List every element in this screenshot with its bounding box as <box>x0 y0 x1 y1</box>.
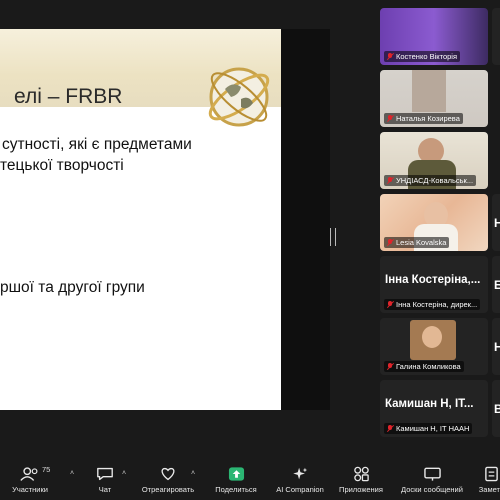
chevron-up-icon[interactable]: ˄ <box>191 470 195 477</box>
participant-name: Інна Костеріна, дирек... <box>396 300 478 309</box>
whiteboard-icon <box>423 467 441 481</box>
mic-muted-icon <box>387 239 393 246</box>
side-tile[interactable]: В <box>492 380 500 437</box>
mic-muted-icon <box>387 363 393 370</box>
mic-muted-icon <box>387 53 393 60</box>
participant-gallery[interactable]: Костенко Вікторія Наталья Козирева УНДІА… <box>380 8 500 438</box>
participant-name: Наталья Козирева <box>396 114 460 123</box>
top-bar <box>0 0 500 8</box>
share-screen-icon <box>228 467 244 481</box>
mic-muted-icon <box>387 301 393 308</box>
video-feed <box>412 70 446 112</box>
participants-label: Участники <box>12 485 48 494</box>
presentation-slide: елі – FRBR сутності, які є предметами те… <box>0 29 281 410</box>
share-screen-button[interactable]: Поделиться <box>210 466 262 494</box>
chat-label: Чат <box>98 485 112 494</box>
slide-text-line-1: сутності, які є предметами <box>2 136 192 153</box>
ai-companion-button[interactable]: AI Companion <box>272 466 328 494</box>
side-initial: В <box>494 402 500 416</box>
video-feed <box>422 326 442 348</box>
notes-button[interactable]: Заметк <box>474 466 500 494</box>
participant-name-tag: Галина Комликова <box>384 361 464 372</box>
side-initial: Н <box>494 340 500 354</box>
slide-text-line-3: ршої та другої групи <box>0 279 145 296</box>
people-icon <box>20 467 38 481</box>
meeting-toolbar: Участники 75 ˄ Чат ˄ Отреагировать ˄ Под… <box>0 462 500 500</box>
participant-name-tag: Наталья Козирева <box>384 113 463 124</box>
chat-button[interactable]: Чат <box>90 466 120 494</box>
side-initial: Б <box>494 278 500 292</box>
notes-label: Заметк <box>478 485 500 494</box>
participant-name: Камишан Н, ІТ НААН <box>396 424 470 433</box>
react-button[interactable]: Отреагировать <box>137 466 199 494</box>
participant-name: Галина Комликова <box>396 362 461 371</box>
participant-name: Костенко Вікторія <box>396 52 458 61</box>
participant-tile[interactable]: Інна Костеріна,... Інна Костеріна, дирек… <box>380 256 488 313</box>
participant-name: УНДІАСД-Ковальськ... <box>396 176 474 185</box>
participant-name-tag: Костенко Вікторія <box>384 51 461 62</box>
whiteboards-label: Доски сообщений <box>401 485 463 494</box>
mic-muted-icon <box>387 115 393 122</box>
participant-name: Lesia Kovalska <box>396 238 447 247</box>
participants-count: 75 <box>42 465 51 474</box>
side-tile[interactable]: Б <box>492 256 500 313</box>
participant-name-tag: Lesia Kovalska <box>384 237 450 248</box>
participant-display-name: Інна Костеріна,... <box>385 274 481 286</box>
participant-display-name: Камишан Н, ІТ... <box>385 398 474 410</box>
mic-muted-icon <box>387 177 393 184</box>
mic-muted-icon <box>387 425 393 432</box>
whiteboards-button[interactable]: Доски сообщений <box>398 466 466 494</box>
side-tile[interactable] <box>492 8 500 65</box>
react-label: Отреагировать <box>141 485 195 494</box>
participant-tile[interactable]: Галина Комликова <box>380 318 488 375</box>
participant-tile[interactable]: Камишан Н, ІТ... Камишан Н, ІТ НААН <box>380 380 488 437</box>
participant-tile[interactable]: Lesia Kovalska <box>380 194 488 251</box>
participant-name-tag: УНДІАСД-Ковальськ... <box>384 175 477 186</box>
side-tile[interactable]: Н <box>492 194 500 251</box>
slide-text-line-2: тецької творчості <box>0 157 124 174</box>
slide-title: елі – FRBR <box>14 85 123 108</box>
heart-icon <box>161 467 175 481</box>
notes-icon <box>484 466 498 482</box>
participant-name-tag: Камишан Н, ІТ НААН <box>384 423 473 434</box>
apps-label: Приложения <box>339 485 383 494</box>
participant-name-tag: Інна Костеріна, дирек... <box>384 299 481 310</box>
globe-icon <box>208 67 270 127</box>
participant-tile[interactable]: Костенко Вікторія <box>380 8 488 65</box>
participant-tile[interactable]: УНДІАСД-Ковальськ... <box>380 132 488 189</box>
apps-icon <box>353 466 369 482</box>
sparkle-icon <box>293 467 308 480</box>
side-tile[interactable]: Н <box>492 318 500 375</box>
ai-companion-label: AI Companion <box>276 485 324 494</box>
share-label: Поделиться <box>215 485 257 494</box>
participant-tile[interactable]: Наталья Козирева <box>380 70 488 127</box>
chevron-up-icon[interactable]: ˄ <box>70 470 74 477</box>
shared-screen: елі – FRBR сутності, які є предметами те… <box>0 29 330 410</box>
resize-handle[interactable] <box>330 228 336 246</box>
side-initial: Н <box>494 216 500 230</box>
chevron-up-icon[interactable]: ˄ <box>122 470 126 477</box>
apps-button[interactable]: Приложения <box>335 466 387 494</box>
chat-icon <box>97 467 113 481</box>
